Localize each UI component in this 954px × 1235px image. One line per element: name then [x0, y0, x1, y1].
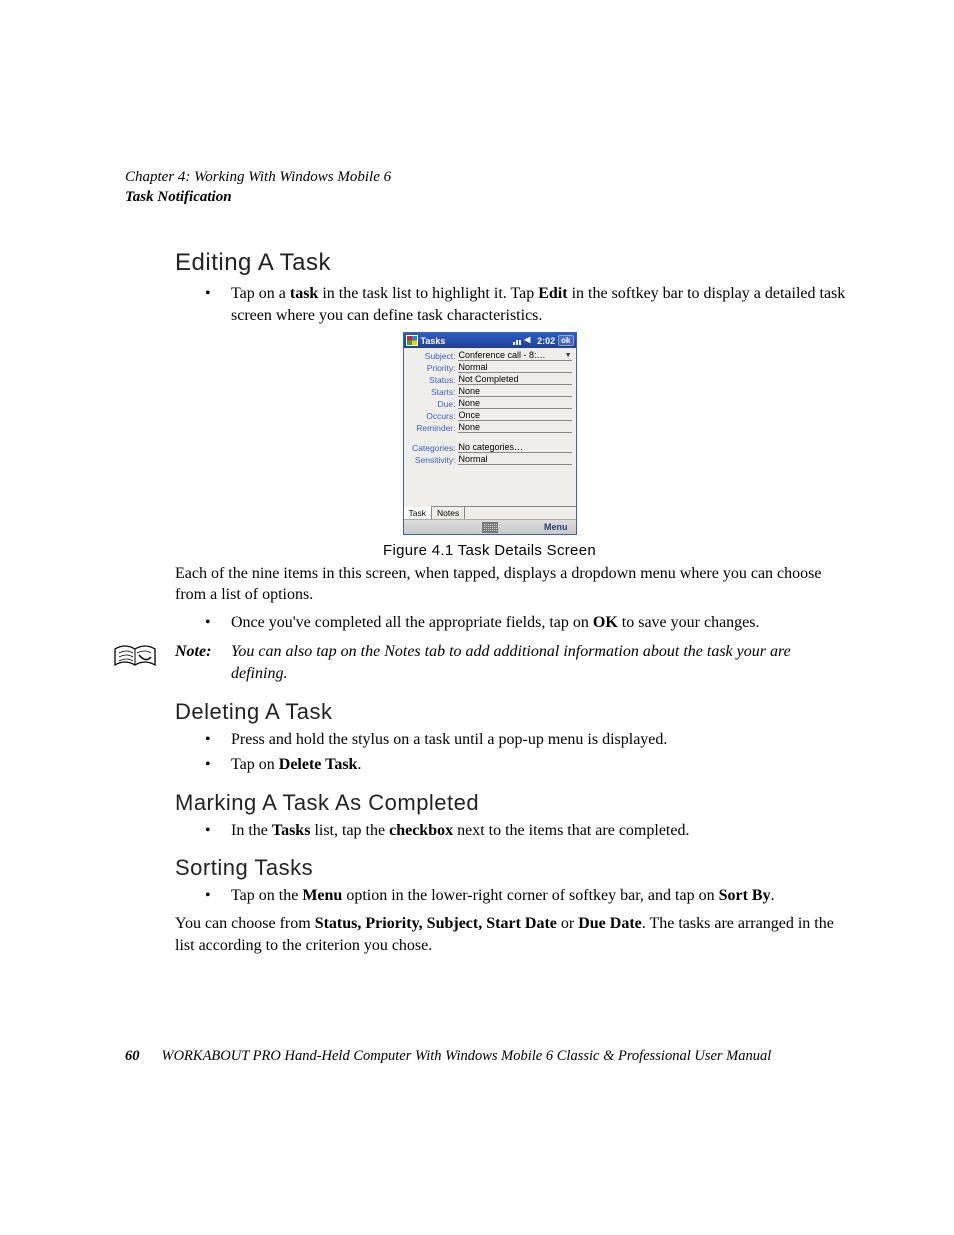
page-footer: 60 WORKABOUT PRO Hand-Held Computer With… — [125, 1048, 854, 1065]
clock-text: 2:02 — [537, 336, 555, 346]
list-item: Tap on the Menu option in the lower-righ… — [205, 885, 854, 907]
book-icon — [111, 643, 159, 678]
body-paragraph: You can choose from Status, Priority, Su… — [175, 913, 854, 956]
note-block: Note:You can also tap on the Notes tab t… — [111, 641, 854, 684]
field-label: Reminder: — [408, 423, 458, 433]
occurs-field[interactable]: Once — [458, 410, 572, 421]
heading-deleting-a-task: Deleting A Task — [175, 699, 854, 725]
due-field[interactable]: None — [458, 398, 572, 409]
ok-button[interactable]: ok — [558, 335, 573, 346]
list-item: In the Tasks list, tap the checkbox next… — [205, 820, 854, 842]
figure-caption: Figure 4.1 Task Details Screen — [125, 542, 854, 559]
chapter-line: Chapter 4: Working With Windows Mobile 6 — [125, 168, 854, 188]
titlebar: Tasks 2:02 ok — [404, 333, 576, 348]
status-field[interactable]: Not Completed — [458, 374, 572, 385]
footer-text: WORKABOUT PRO Hand-Held Computer With Wi… — [162, 1048, 772, 1065]
sensitivity-field[interactable]: Normal — [458, 454, 572, 465]
list-item: Press and hold the stylus on a task unti… — [205, 729, 854, 751]
heading-editing-a-task: Editing A Task — [175, 249, 854, 277]
field-label: Occurs: — [408, 411, 458, 421]
subject-field[interactable]: Conference call - 8:…▼ — [458, 350, 572, 361]
page-number: 60 — [125, 1048, 140, 1065]
field-label: Starts: — [408, 387, 458, 397]
field-label: Status: — [408, 375, 458, 385]
task-form: Subject:Conference call - 8:…▼ Priority:… — [404, 348, 576, 506]
field-label: Due: — [408, 399, 458, 409]
tab-task[interactable]: Task — [404, 505, 432, 519]
keyboard-icon[interactable] — [482, 522, 498, 533]
field-label: Categories: — [408, 443, 458, 453]
softkey-bar: Menu — [404, 519, 576, 534]
body-paragraph: Each of the nine items in this screen, w… — [175, 563, 854, 606]
figure-task-details: Tasks 2:02 ok Subject:Conference call - … — [125, 332, 854, 559]
note-text: Note:You can also tap on the Notes tab t… — [175, 641, 811, 684]
chevron-down-icon: ▼ — [565, 352, 572, 359]
running-header: Chapter 4: Working With Windows Mobile 6… — [125, 168, 854, 207]
field-label: Subject: — [408, 351, 458, 361]
window-title: Tasks — [421, 336, 513, 346]
priority-field[interactable]: Normal — [458, 362, 572, 373]
note-body: You can also tap on the Notes tab to add… — [231, 641, 811, 684]
list-item: Once you've completed all the appropriat… — [205, 612, 854, 634]
menu-softkey[interactable]: Menu — [544, 522, 568, 532]
heading-sorting-tasks: Sorting Tasks — [175, 855, 854, 881]
tab-bar: Task Notes — [404, 506, 576, 519]
note-label: Note: — [175, 641, 231, 663]
signal-icon — [513, 336, 522, 345]
reminder-field[interactable]: None — [458, 422, 572, 433]
section-line: Task Notification — [125, 188, 854, 208]
categories-field[interactable]: No categories… — [458, 442, 572, 453]
speaker-icon — [524, 336, 533, 345]
tab-notes[interactable]: Notes — [432, 507, 465, 519]
starts-field[interactable]: None — [458, 386, 572, 397]
list-item: Tap on a task in the task list to highli… — [205, 283, 854, 326]
start-icon — [406, 335, 418, 346]
field-label: Priority: — [408, 363, 458, 373]
heading-marking-completed: Marking A Task As Completed — [175, 790, 854, 816]
list-item: Tap on Delete Task. — [205, 754, 854, 776]
screenshot-tasks-window: Tasks 2:02 ok Subject:Conference call - … — [403, 332, 577, 535]
field-label: Sensitivity: — [408, 455, 458, 465]
